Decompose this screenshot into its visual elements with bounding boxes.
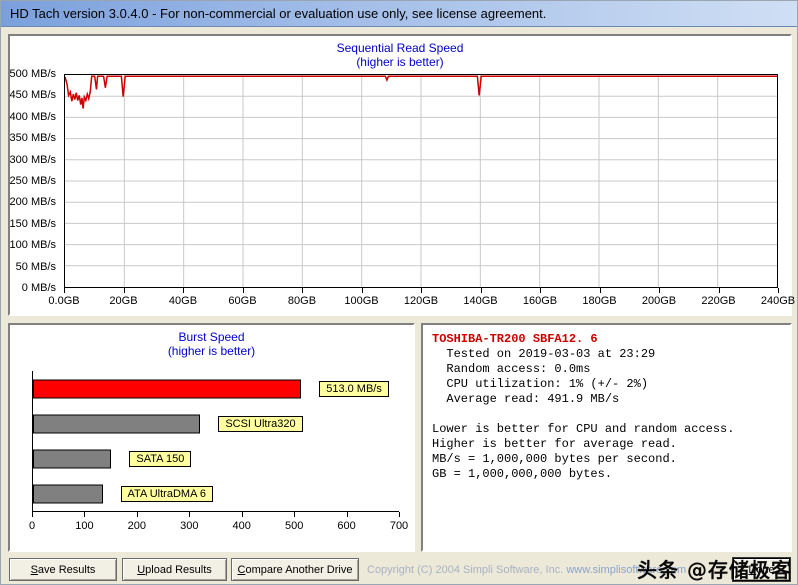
window-title: HD Tach version 3.0.4.0 - For non-commer…: [10, 6, 547, 21]
seq-y-tick-label: 50 MB/s: [15, 260, 56, 273]
burst-x-tick-label: 600: [337, 520, 356, 532]
seq-x-tick-label: 100GB: [344, 295, 379, 307]
seq-tick-mark: [421, 288, 422, 293]
upload-results-button[interactable]: Upload Results: [122, 558, 227, 581]
drive-info-line: [432, 407, 781, 422]
seq-tick-mark: [778, 288, 779, 293]
seq-x-axis-ticks: [64, 288, 779, 293]
drive-info-line: CPU utilization: 1% (+/- 2%): [432, 377, 649, 391]
seq-tick-mark: [183, 288, 184, 293]
burst-bar-row: ATA UltraDMA 6: [33, 476, 399, 511]
burst-bar-row: SATA 150: [33, 441, 399, 476]
seq-tick-mark: [64, 288, 65, 293]
drive-info-line: GB = 1,000,000,000 bytes.: [432, 467, 613, 481]
seq-x-tick-label: 0.0GB: [48, 295, 80, 307]
burst-speed-panel: Burst Speed (higher is better) 513.0 MB/…: [8, 323, 415, 552]
sequential-read-panel: Sequential Read Speed (higher is better)…: [8, 34, 795, 316]
burst-bar: [33, 484, 103, 503]
burst-x-tick-label: 200: [127, 520, 147, 532]
burst-bar-label: ATA UltraDMA 6: [120, 485, 213, 502]
drive-info-line: Lower is better for CPU and random acces…: [432, 422, 735, 436]
title-bar[interactable]: HD Tach version 3.0.4.0 - For non-commer…: [1, 1, 797, 27]
seq-line-chart-svg: [65, 75, 777, 287]
seq-tick-mark: [242, 288, 244, 293]
seq-y-axis-labels: 500 MB/s 450 MB/s 400 MB/s 350 MB/s 300 MB/s…: [9, 68, 60, 294]
seq-y-tick-label: 500 MB/s: [9, 68, 56, 80]
copyright-label: Copyright (C) 2004 Simpli Software, Inc.: [367, 564, 567, 576]
seq-x-tick-label: 120GB: [403, 295, 439, 307]
seq-x-axis-labels: 0.0GB 20GB 40GB 60GB 80GB 100GB 120GB 140GB 160G…: [48, 295, 795, 309]
burst-x-axis-labels: 0 100 200 300 400 500 600 700: [28, 520, 408, 533]
drive-info-line: Higher is better for average read.: [432, 437, 677, 451]
seq-y-tick-label: 400 MB/s: [9, 110, 56, 123]
seq-tick-mark: [599, 288, 601, 293]
burst-bar-row: SCSI Ultra320: [33, 406, 399, 441]
drive-info-line: MB/s = 1,000,000 bytes per second.: [432, 452, 677, 466]
burst-x-tick-label: 700: [389, 520, 409, 532]
seq-plot-area: [64, 74, 778, 288]
drive-info-line: Tested on 2019-03-03 at 23:29: [432, 347, 656, 361]
seq-x-tick-label: 240GB: [760, 295, 796, 307]
seq-x-tick-label: 20GB: [109, 295, 138, 307]
seq-x-tick-label: 60GB: [228, 295, 257, 307]
burst-bar-row: 513.0 MB/s: [33, 371, 399, 406]
seq-chart-title: Sequential Read Speed: [336, 41, 464, 55]
burst-bar-label: SATA 150: [129, 450, 192, 467]
seq-tick-mark: [480, 288, 482, 293]
burst-tick-mark: [136, 512, 138, 517]
burst-tick-mark: [32, 512, 33, 517]
burst-tick-mark: [294, 512, 296, 517]
seq-y-tick-label: 0 MB/s: [21, 282, 56, 294]
burst-x-tick-label: 0: [28, 520, 36, 532]
seq-x-tick-label: 140GB: [463, 295, 498, 307]
burst-tick-mark: [346, 512, 348, 517]
seq-tick-mark: [540, 288, 541, 293]
hdtach-window: HD Tach version 3.0.4.0 - For non-commer…: [0, 0, 798, 585]
drive-name: TOSHIBA-TR200 SBFA12. 6: [432, 332, 598, 346]
seq-x-tick-label: 220GB: [701, 295, 736, 307]
burst-x-tick-label: 100: [75, 520, 94, 532]
seq-y-tick-label: 450 MB/s: [9, 89, 56, 102]
seq-x-tick-label: 200GB: [641, 295, 677, 307]
seq-y-tick-label: 350 MB/s: [9, 132, 56, 145]
burst-chart-title: Burst Speed: [178, 330, 245, 344]
burst-x-tick-label: 500: [284, 520, 304, 532]
burst-x-tick-label: 300: [180, 520, 199, 532]
drive-info-line: Random access: 0.0ms: [432, 362, 591, 376]
burst-bar: [33, 414, 201, 433]
burst-bar-label: 513.0 MB/s: [319, 380, 389, 397]
watermark: 头条 @存储极客: [637, 558, 792, 582]
compare-another-drive-button[interactable]: Compare Another Drive: [231, 558, 359, 581]
burst-tick-mark: [399, 512, 400, 517]
burst-tick-mark: [189, 512, 191, 517]
burst-bar-label: SCSI Ultra320: [218, 415, 303, 432]
burst-x-tick-label: 400: [232, 520, 251, 532]
seq-x-tick-label: 80GB: [287, 295, 317, 307]
drive-info-panel: TOSHIBA-TR200 SBFA12. 6 Tested on 2019-0…: [421, 323, 792, 552]
burst-x-axis-ticks: [32, 512, 400, 517]
seq-x-tick-label: 180GB: [582, 295, 617, 307]
seq-chart-subtitle: (higher is better): [356, 55, 444, 69]
seq-y-tick-label: 300 MB/s: [9, 153, 56, 166]
burst-bar: [33, 379, 302, 398]
seq-y-tick-label: 200 MB/s: [9, 196, 56, 209]
burst-tick-mark: [241, 512, 243, 517]
seq-tick-mark: [659, 288, 660, 293]
seq-tick-mark: [361, 288, 363, 293]
burst-bar: [33, 449, 112, 468]
burst-tick-mark: [84, 512, 86, 517]
seq-y-tick-label: 150 MB/s: [9, 217, 56, 230]
seq-y-tick-label: 250 MB/s: [9, 175, 56, 187]
seq-y-tick-label: 100 MB/s: [9, 239, 56, 252]
seq-x-tick-label: 40GB: [168, 295, 198, 307]
save-results-button[interactable]: Save Results: [9, 558, 117, 581]
seq-x-tick-label: 160GB: [522, 295, 558, 307]
seq-tick-mark: [718, 288, 720, 293]
drive-info-line: Average read: 491.9 MB/s: [432, 392, 620, 406]
burst-chart-subtitle: (higher is better): [167, 344, 256, 358]
burst-bars-area: 513.0 MB/s SCSI Ultra320 SATA 150 ATA Ultra…: [32, 371, 399, 512]
seq-tick-mark: [123, 288, 125, 293]
seq-tick-mark: [302, 288, 303, 293]
drive-info-lines: Tested on 2019-03-03 at 23:29 Random acc…: [432, 347, 781, 482]
